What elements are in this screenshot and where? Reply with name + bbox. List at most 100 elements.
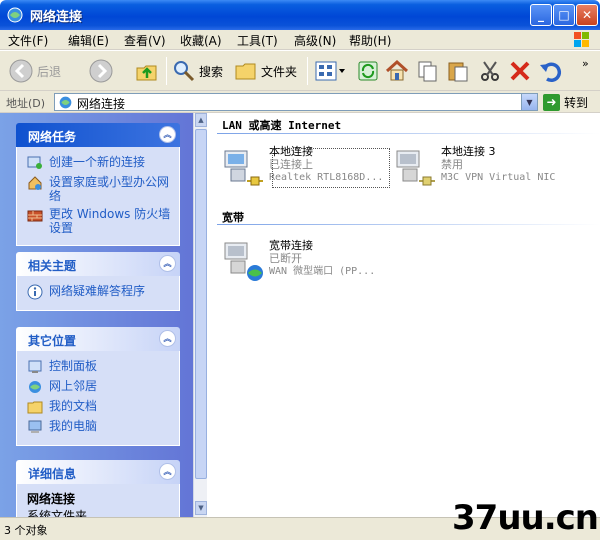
network-folder-icon (7, 7, 23, 23)
connection-broadband[interactable]: 宽带连接 已断开 WAN 微型端口 (PP... (221, 239, 375, 283)
task-setup-home-network[interactable]: 设置家庭或小型办公网络 (27, 175, 173, 203)
panel-title: 网络任务 (28, 130, 77, 144)
panel-body: 网络疑难解答程序 (16, 276, 180, 311)
connection-local-area-3[interactable]: 本地连接 3 禁用 M3C VPN Virtual NIC (393, 145, 555, 189)
scroll-thumb[interactable] (195, 129, 207, 479)
sync-icon (358, 61, 378, 81)
address-label: 地址(D) (6, 97, 46, 110)
delete-button[interactable] (508, 55, 532, 87)
status-text: 3 个对象 (4, 524, 48, 537)
folders-button[interactable]: 文件夹 (234, 55, 297, 87)
scroll-down-button[interactable]: ▼ (195, 501, 207, 515)
task-change-firewall[interactable]: 更改 Windows 防火墙设置 (27, 207, 173, 235)
panel-body: 网络连接 系统文件夹 (16, 484, 180, 517)
network-places-icon (29, 381, 41, 393)
toolbar-separator (166, 57, 167, 85)
panel-header[interactable]: 其它位置 ︽ (16, 327, 180, 351)
search-button[interactable]: 搜索 (172, 55, 223, 87)
panel-body: 创建一个新的连接 设置家庭或小型办公网络 更改 Windows 防火墙设置 (16, 147, 180, 246)
back-label: 后退 (37, 64, 62, 79)
go-label: 转到 (564, 95, 589, 110)
collapse-icon[interactable]: ︽ (159, 330, 176, 347)
panel-details: 详细信息 ︽ 网络连接 系统文件夹 (16, 460, 180, 517)
collapse-icon[interactable]: ︽ (159, 463, 176, 480)
sync-button[interactable] (356, 55, 380, 87)
close-icon: ✕ (581, 8, 593, 22)
place-my-computer[interactable]: 我的电脑 (27, 419, 173, 435)
close-button[interactable]: ✕ (576, 4, 598, 26)
address-dropdown-button[interactable]: ▼ (521, 94, 537, 110)
menu-view[interactable]: 查看(V) (124, 32, 166, 49)
new-connection-icon (27, 156, 42, 169)
forward-button[interactable] (88, 55, 114, 87)
control-panel-icon (28, 360, 42, 373)
up-folder-icon (136, 65, 157, 81)
go-button[interactable]: ➜ 转到 (543, 93, 588, 111)
info-icon (27, 284, 43, 300)
toolbar-overflow-icon[interactable]: » (582, 57, 589, 70)
address-input[interactable]: 网络连接 ▼ (54, 93, 538, 111)
up-button[interactable] (134, 55, 160, 87)
collapse-icon[interactable]: ︽ (159, 126, 176, 143)
place-my-documents[interactable]: 我的文档 (27, 399, 173, 415)
panel-header[interactable]: 详细信息 ︽ (16, 460, 180, 484)
menu-tools[interactable]: 工具(T) (237, 32, 278, 49)
folders-label: 文件夹 (261, 64, 298, 79)
paste-icon (448, 62, 468, 82)
window-title: 网络连接 (30, 10, 83, 25)
details-name: 网络连接 (27, 492, 76, 506)
undo-button[interactable] (538, 55, 564, 87)
collapse-icon[interactable]: ︽ (159, 255, 176, 272)
group-divider (217, 224, 600, 225)
menu-bar: 文件(F) 编辑(E) 查看(V) 收藏(A) 工具(T) 高级(N) 帮助(H… (0, 30, 600, 50)
group-title-broadband: 宽带 (222, 211, 244, 224)
panel-header[interactable]: 相关主题 ︽ (16, 252, 180, 276)
panel-network-tasks: 网络任务 ︽ 创建一个新的连接 设置家庭或小型办公网络 更改 Windows 防… (16, 123, 180, 246)
panel-other-places: 其它位置 ︽ 控制面板 网上邻居 我的文档 我的电脑 (16, 327, 180, 446)
related-network-troubleshooter[interactable]: 网络疑难解答程序 (27, 284, 173, 300)
task-pane-scrollbar[interactable]: ▲ ▼ (193, 113, 207, 517)
forward-icon (89, 59, 113, 83)
back-icon (9, 59, 33, 83)
place-control-panel[interactable]: 控制面板 (27, 359, 173, 375)
my-computer-icon (28, 420, 42, 433)
group-divider (217, 133, 600, 134)
broadband-connection-icon (224, 242, 263, 281)
selection-focus-rect (272, 148, 390, 188)
maximize-button[interactable]: □ (553, 4, 575, 26)
task-create-connection[interactable]: 创建一个新的连接 (27, 155, 173, 171)
maximize-icon: □ (558, 8, 570, 22)
home-button[interactable] (384, 55, 410, 87)
minimize-button[interactable]: _ (530, 4, 552, 26)
panel-header[interactable]: 网络任务 ︽ (16, 123, 180, 147)
connection-name: 本地连接 3 (441, 145, 496, 158)
copy-button[interactable] (416, 55, 440, 87)
panel-title: 其它位置 (28, 334, 77, 348)
back-button[interactable]: 后退 (8, 55, 61, 87)
panel-body: 控制面板 网上邻居 我的文档 我的电脑 (16, 351, 180, 446)
firewall-icon (27, 210, 43, 222)
undo-icon (540, 62, 561, 82)
go-arrow-icon: ➜ (543, 93, 560, 111)
cut-button[interactable] (478, 55, 502, 87)
connection-device: M3C VPN Virtual NIC (441, 172, 556, 183)
cut-icon (481, 61, 499, 81)
my-documents-icon (27, 401, 43, 414)
lan-connection-icon (396, 150, 435, 186)
menu-favorites[interactable]: 收藏(A) (180, 32, 222, 49)
paste-button[interactable] (446, 55, 470, 87)
scroll-up-button[interactable]: ▲ (195, 113, 207, 127)
connection-name: 宽带连接 (269, 239, 313, 252)
views-button[interactable] (314, 55, 346, 87)
copy-icon (418, 61, 437, 82)
network-folder-icon (59, 96, 72, 109)
menu-edit[interactable]: 编辑(E) (68, 32, 109, 49)
windows-logo-icon (574, 32, 589, 47)
home-network-icon (28, 176, 42, 190)
panel-title: 相关主题 (28, 259, 77, 273)
menu-help[interactable]: 帮助(H) (349, 32, 391, 49)
menu-file[interactable]: 文件(F) (8, 32, 48, 49)
place-network-places[interactable]: 网上邻居 (27, 379, 173, 395)
address-bar: 地址(D) 网络连接 ▼ ➜ 转到 (0, 91, 600, 113)
menu-advanced[interactable]: 高级(N) (294, 32, 336, 49)
